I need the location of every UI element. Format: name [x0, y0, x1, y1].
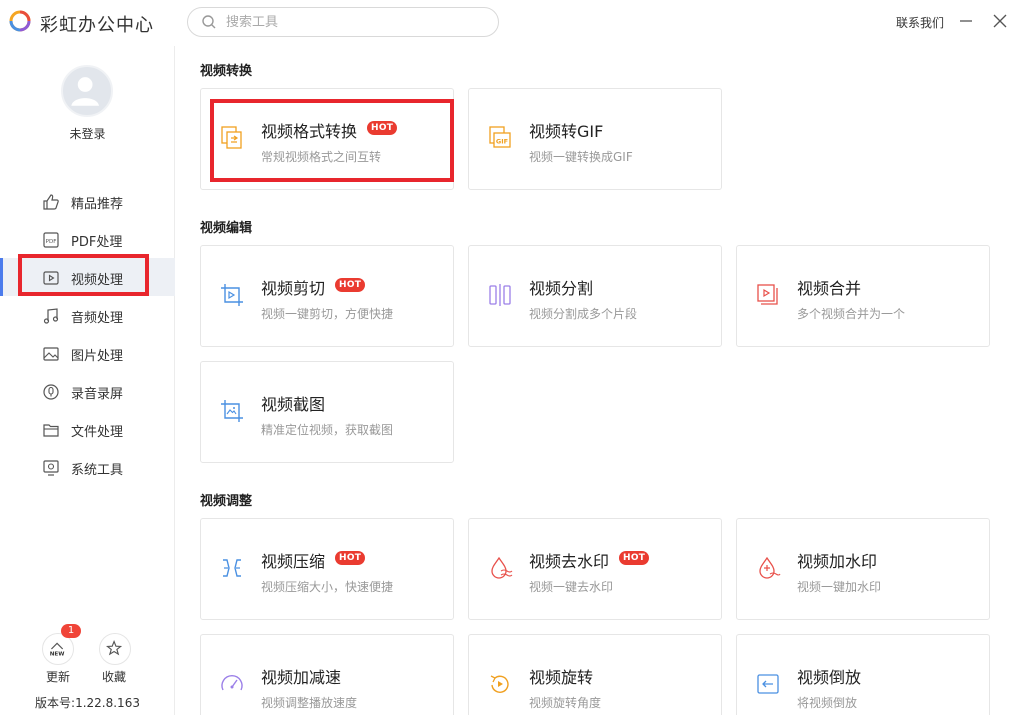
record-icon — [43, 384, 59, 400]
add-watermark-icon — [759, 556, 781, 579]
version-text: 版本号:1.22.8.163 — [35, 696, 140, 710]
sidebar-item-pdf[interactable]: PDF PDF处理 — [0, 220, 175, 258]
card-title: 视频剪切 — [261, 279, 326, 298]
compress-icon — [223, 559, 241, 577]
card-video-screenshot[interactable]: 视频截图 精准定位视频，获取截图 — [200, 361, 454, 463]
title-bar: 彩虹办公中心 联系我们 — [0, 0, 1019, 46]
card-title: 视频截图 — [261, 395, 326, 414]
update-icon: NEW — [50, 642, 66, 658]
sidebar-item-label: 精品推荐 — [71, 197, 124, 212]
sidebar-item-label: 图片处理 — [71, 349, 124, 364]
svg-text:GIF: GIF — [496, 138, 508, 146]
search-box[interactable] — [187, 7, 499, 37]
card-title: 视频旋转 — [529, 668, 594, 687]
app-title: 彩虹办公中心 — [40, 15, 154, 36]
user-icon — [71, 77, 99, 106]
card-video-rotate[interactable]: 视频旋转 视频旋转角度 — [468, 634, 722, 715]
sidebar-item-file[interactable]: 文件处理 — [0, 410, 175, 448]
card-title: 视频分割 — [529, 279, 594, 298]
folder-icon — [43, 424, 59, 437]
card-video-compress[interactable]: 视频压缩 HOT 视频压缩大小，快速便捷 — [200, 518, 454, 620]
update-badge: 1 — [61, 624, 81, 638]
card-video-to-gif[interactable]: GIF 视频转GIF 视频一键转换成GIF — [468, 88, 722, 190]
avatar[interactable] — [61, 65, 113, 117]
card-title: 视频合并 — [797, 279, 862, 298]
card-video-cut[interactable]: 视频剪切 HOT 视频一键剪切，方便快捷 — [200, 245, 454, 347]
close-icon[interactable] — [989, 10, 1011, 32]
reverse-icon — [757, 674, 779, 694]
card-description: 将视频倒放 — [797, 696, 858, 710]
system-icon — [43, 460, 59, 476]
search-input[interactable] — [226, 13, 486, 31]
image-icon — [43, 347, 59, 361]
card-video-split[interactable]: 视频分割 视频分割成多个片段 — [468, 245, 722, 347]
favorite-label[interactable]: 收藏 — [102, 668, 126, 685]
card-description: 视频一键转换成GIF — [529, 150, 633, 164]
sidebar-item-audio[interactable]: 音频处理 — [0, 296, 175, 334]
card-description: 视频调整播放速度 — [261, 696, 358, 710]
card-description: 视频旋转角度 — [529, 696, 602, 710]
pdf-icon: PDF — [43, 232, 59, 248]
update-label[interactable]: 更新 — [46, 668, 70, 685]
highlight-box — [18, 254, 149, 296]
sidebar-item-image[interactable]: 图片处理 — [0, 334, 175, 372]
sidebar-item-label: 系统工具 — [71, 463, 124, 478]
contact-us-link[interactable]: 联系我们 — [896, 14, 944, 31]
card-description: 视频分割成多个片段 — [529, 307, 638, 321]
card-remove-watermark[interactable]: 视频去水印 HOT 视频一键去水印 — [468, 518, 722, 620]
card-description: 视频一键加水印 — [797, 580, 882, 594]
card-description: 精准定位视频，获取截图 — [261, 423, 394, 437]
card-description: 视频一键剪切，方便快捷 — [261, 307, 394, 321]
svg-text:PDF: PDF — [46, 239, 57, 245]
split-icon — [489, 284, 511, 306]
hot-badge: HOT — [335, 278, 366, 292]
minimize-icon[interactable] — [955, 10, 977, 32]
music-icon — [43, 308, 59, 324]
star-icon — [106, 639, 123, 656]
card-title: 视频去水印 — [529, 552, 610, 571]
section-title: 视频转换 — [200, 64, 253, 79]
card-description: 多个视频合并为一个 — [797, 307, 906, 321]
gif-icon: GIF — [489, 126, 511, 148]
sidebar: 未登录 精品推荐 PDF PDF处理 视频处理 音频处理 图片处理 录音录屏 文… — [0, 46, 175, 715]
screenshot-icon — [221, 400, 243, 422]
sidebar-item-record[interactable]: 录音录屏 — [0, 372, 175, 410]
sidebar-item-label: 音频处理 — [71, 311, 124, 326]
favorite-button[interactable] — [99, 633, 131, 665]
search-icon — [202, 15, 216, 29]
rotate-icon — [490, 675, 509, 693]
hot-badge: HOT — [619, 551, 650, 565]
card-title: 视频加水印 — [797, 552, 878, 571]
card-video-reverse[interactable]: 视频倒放 将视频倒放 — [736, 634, 990, 715]
card-title: 视频倒放 — [797, 668, 862, 687]
card-add-watermark[interactable]: 视频加水印 视频一键加水印 — [736, 518, 990, 620]
card-description: 视频压缩大小，快速便捷 — [261, 580, 394, 594]
section-title: 视频调整 — [200, 494, 253, 509]
sidebar-item-label: 文件处理 — [71, 425, 124, 440]
main-content: 视频转换 视频格式转换 HOT 常规视频格式之间互转 GIF 视频转GIF 视频… — [176, 46, 1019, 715]
sidebar-item-recommended[interactable]: 精品推荐 — [0, 182, 175, 220]
rainbow-logo-icon — [9, 10, 31, 32]
login-status[interactable]: 未登录 — [0, 125, 175, 142]
sidebar-item-label: 录音录屏 — [71, 387, 124, 402]
hot-badge: HOT — [335, 551, 366, 565]
card-video-merge[interactable]: 视频合并 多个视频合并为一个 — [736, 245, 990, 347]
speed-icon — [221, 674, 243, 691]
remove-watermark-icon — [491, 556, 513, 579]
section-title: 视频编辑 — [200, 221, 253, 236]
sidebar-item-label: PDF处理 — [71, 235, 123, 250]
sidebar-item-system[interactable]: 系统工具 — [0, 448, 175, 486]
card-title: 视频转GIF — [529, 122, 604, 141]
merge-icon — [757, 284, 778, 305]
card-title: 视频加减速 — [261, 668, 342, 687]
card-video-speed[interactable]: 视频加减速 视频调整播放速度 — [200, 634, 454, 715]
thumbs-up-icon — [43, 194, 59, 210]
svg-text:NEW: NEW — [50, 652, 66, 658]
crop-icon — [221, 284, 243, 306]
highlight-box — [210, 99, 454, 182]
card-description: 视频一键去水印 — [529, 580, 614, 594]
card-title: 视频压缩 — [261, 552, 326, 571]
